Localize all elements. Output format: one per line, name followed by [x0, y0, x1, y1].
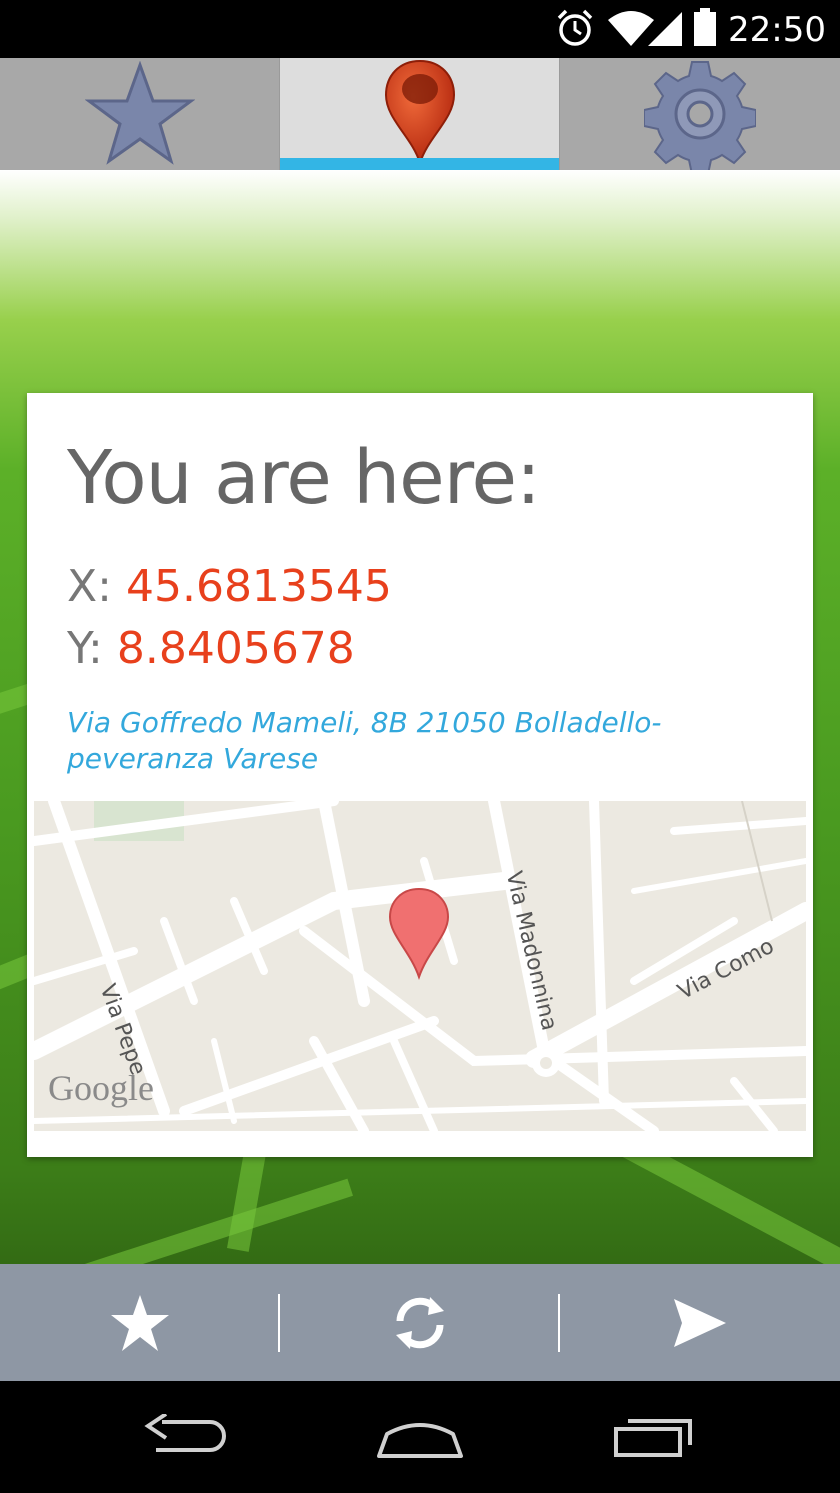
alarm-icon [557, 9, 593, 46]
coordinate-y-value: 8.8405678 [116, 623, 355, 674]
tab-location[interactable] [280, 58, 560, 170]
coordinate-x: X: 45.6813545 [67, 561, 392, 612]
coordinate-x-value: 45.6813545 [125, 561, 392, 612]
star-icon [84, 61, 195, 165]
recents-icon [614, 1419, 692, 1457]
location-card: You are here: X: 45.6813545 Y: 8.8405678… [27, 393, 813, 1157]
battery-icon [694, 8, 716, 46]
favorite-button[interactable] [0, 1264, 280, 1381]
coordinate-x-label: X: [67, 561, 112, 612]
star-icon [111, 1294, 169, 1351]
refresh-button[interactable] [280, 1264, 560, 1381]
coordinate-y-label: Y: [67, 623, 103, 674]
tab-bar [0, 58, 840, 170]
active-tab-indicator [280, 158, 559, 170]
back-icon [144, 1414, 226, 1452]
map-view[interactable]: Via Pepe Via Madonnina Via Como Google [34, 801, 806, 1131]
recents-button[interactable] [514, 1381, 794, 1493]
coordinate-y: Y: 8.8405678 [67, 623, 355, 674]
clock-time: 22:50 [728, 10, 826, 50]
navigation-bar [0, 1381, 840, 1493]
send-button[interactable] [560, 1264, 840, 1381]
action-bar [0, 1264, 840, 1381]
gear-icon [644, 61, 756, 170]
tab-settings[interactable] [560, 58, 840, 170]
send-icon [674, 1298, 726, 1347]
address-link[interactable]: Via Goffredo Mameli, 8B 21050 Bolladello… [67, 705, 787, 777]
map-attribution-logo: Google [48, 1068, 154, 1108]
refresh-icon [396, 1296, 444, 1349]
signal-icon [648, 12, 682, 46]
tab-favorites[interactable] [0, 58, 280, 170]
status-bar: 22:50 [0, 0, 840, 58]
background-road [0, 1178, 353, 1264]
home-icon [377, 1423, 463, 1458]
card-title: You are here: [67, 435, 541, 521]
map-pin-icon [384, 59, 455, 165]
